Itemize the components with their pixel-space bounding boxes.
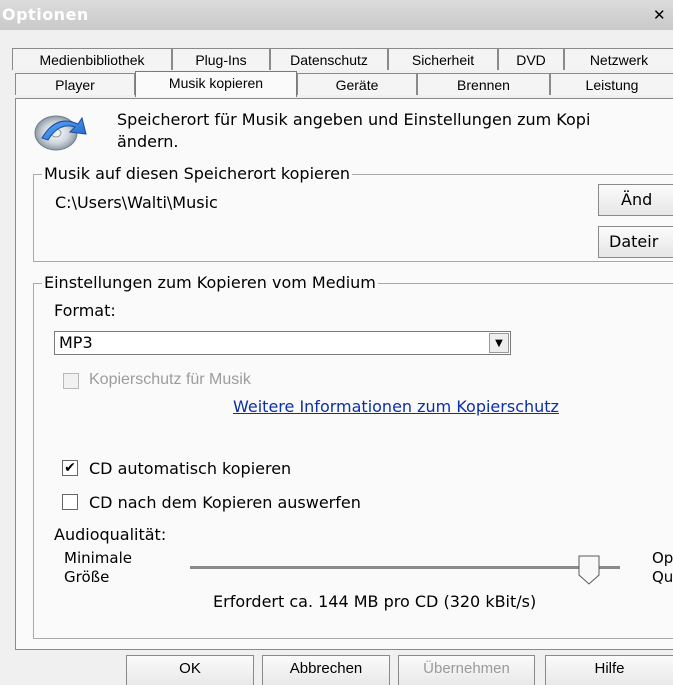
help-button[interactable]: Hilfe xyxy=(545,655,673,685)
tab-leistung[interactable]: Leistung xyxy=(550,73,673,95)
location-group xyxy=(33,174,673,262)
header-line-2: ändern. xyxy=(117,132,179,151)
audio-quality-slider-thumb[interactable] xyxy=(578,555,600,585)
button-label: Dateir xyxy=(609,232,659,251)
title-bar: Optionen ✕ xyxy=(0,0,673,30)
tab-netzwerk[interactable]: Netzwerk xyxy=(564,48,673,70)
min-size-label: Minimale Größe xyxy=(64,549,132,587)
auto-rip-checkbox[interactable]: ✔ xyxy=(62,460,78,476)
button-label: Abbrechen xyxy=(289,660,363,677)
copy-protection-info-link[interactable]: Weitere Informationen zum Kopierschutz xyxy=(233,397,559,416)
music-folder-path: C:\Users\Walti\Music xyxy=(55,193,218,212)
max-quality-line-2: Qu xyxy=(652,568,673,586)
tab-brennen[interactable]: Brennen xyxy=(417,73,550,95)
header-description: Speicherort für Musik angeben und Einste… xyxy=(117,109,673,153)
min-size-line-1: Minimale xyxy=(64,549,132,567)
close-icon[interactable]: ✕ xyxy=(653,6,666,24)
copy-protection-checkbox[interactable] xyxy=(63,373,79,389)
rip-settings-legend: Einstellungen zum Kopieren vom Medium xyxy=(42,273,378,292)
cd-with-arrow-icon xyxy=(34,115,87,151)
tab-player[interactable]: Player xyxy=(15,73,135,95)
tab-label: Netzwerk xyxy=(589,52,649,68)
tab-label: Leistung xyxy=(585,77,639,93)
tab-sicherheit[interactable]: Sicherheit xyxy=(388,48,498,70)
eject-after-rip-checkbox[interactable] xyxy=(62,494,78,510)
header-line-1: Speicherort für Musik angeben und Einste… xyxy=(117,110,591,129)
tab-label: Medienbibliothek xyxy=(39,52,145,68)
format-value: MP3 xyxy=(59,333,93,352)
eject-after-rip-label: CD nach dem Kopieren auswerfen xyxy=(89,493,361,512)
ok-button[interactable]: OK xyxy=(126,655,254,685)
cancel-button[interactable]: Abbrechen xyxy=(262,655,390,685)
tab-label: Sicherheit xyxy=(411,52,475,68)
tab-label: Brennen xyxy=(457,77,510,93)
copy-protection-label: Kopierschutz für Musik xyxy=(89,371,251,388)
tab-geraete[interactable]: Geräte xyxy=(297,73,417,95)
apply-button[interactable]: Übernehmen xyxy=(398,655,535,685)
tab-datenschutz[interactable]: Datenschutz xyxy=(270,48,388,70)
auto-rip-label: CD automatisch kopieren xyxy=(89,459,292,478)
tab-label: Musik kopieren xyxy=(168,75,264,91)
button-label: Übernehmen xyxy=(423,660,510,677)
tab-plug-ins[interactable]: Plug-Ins xyxy=(172,48,270,70)
button-label: OK xyxy=(179,660,201,677)
format-select[interactable]: MP3 ▼ xyxy=(54,331,511,355)
window-title: Optionen xyxy=(2,5,89,24)
audio-quality-slider-track[interactable] xyxy=(190,566,620,569)
tab-label: Datenschutz xyxy=(290,52,368,68)
tab-label: Plug-Ins xyxy=(195,52,247,68)
tab-musik-kopieren[interactable]: Musik kopieren xyxy=(135,71,297,97)
format-label: Format: xyxy=(54,301,116,320)
tab-label: Player xyxy=(55,77,95,93)
location-group-legend: Musik auf diesen Speicherort kopieren xyxy=(42,164,353,183)
min-size-line-2: Größe xyxy=(64,568,110,586)
change-location-button[interactable]: Änd xyxy=(598,184,673,216)
audio-quality-label: Audioqualität: xyxy=(54,525,167,544)
button-label: Änd xyxy=(621,190,653,209)
filename-button[interactable]: Dateir xyxy=(598,226,673,258)
chevron-down-icon[interactable]: ▼ xyxy=(489,333,509,353)
required-space-text: Erfordert ca. 144 MB pro CD (320 kBit/s) xyxy=(213,592,537,611)
tab-dvd[interactable]: DVD xyxy=(498,48,564,70)
tab-medienbibliothek[interactable]: Medienbibliothek xyxy=(12,48,172,70)
tab-label: DVD xyxy=(516,52,546,68)
button-label: Hilfe xyxy=(594,660,625,677)
max-quality-label: Op Qu xyxy=(652,549,673,587)
max-quality-line-1: Op xyxy=(652,549,673,567)
tab-label: Geräte xyxy=(335,77,379,93)
